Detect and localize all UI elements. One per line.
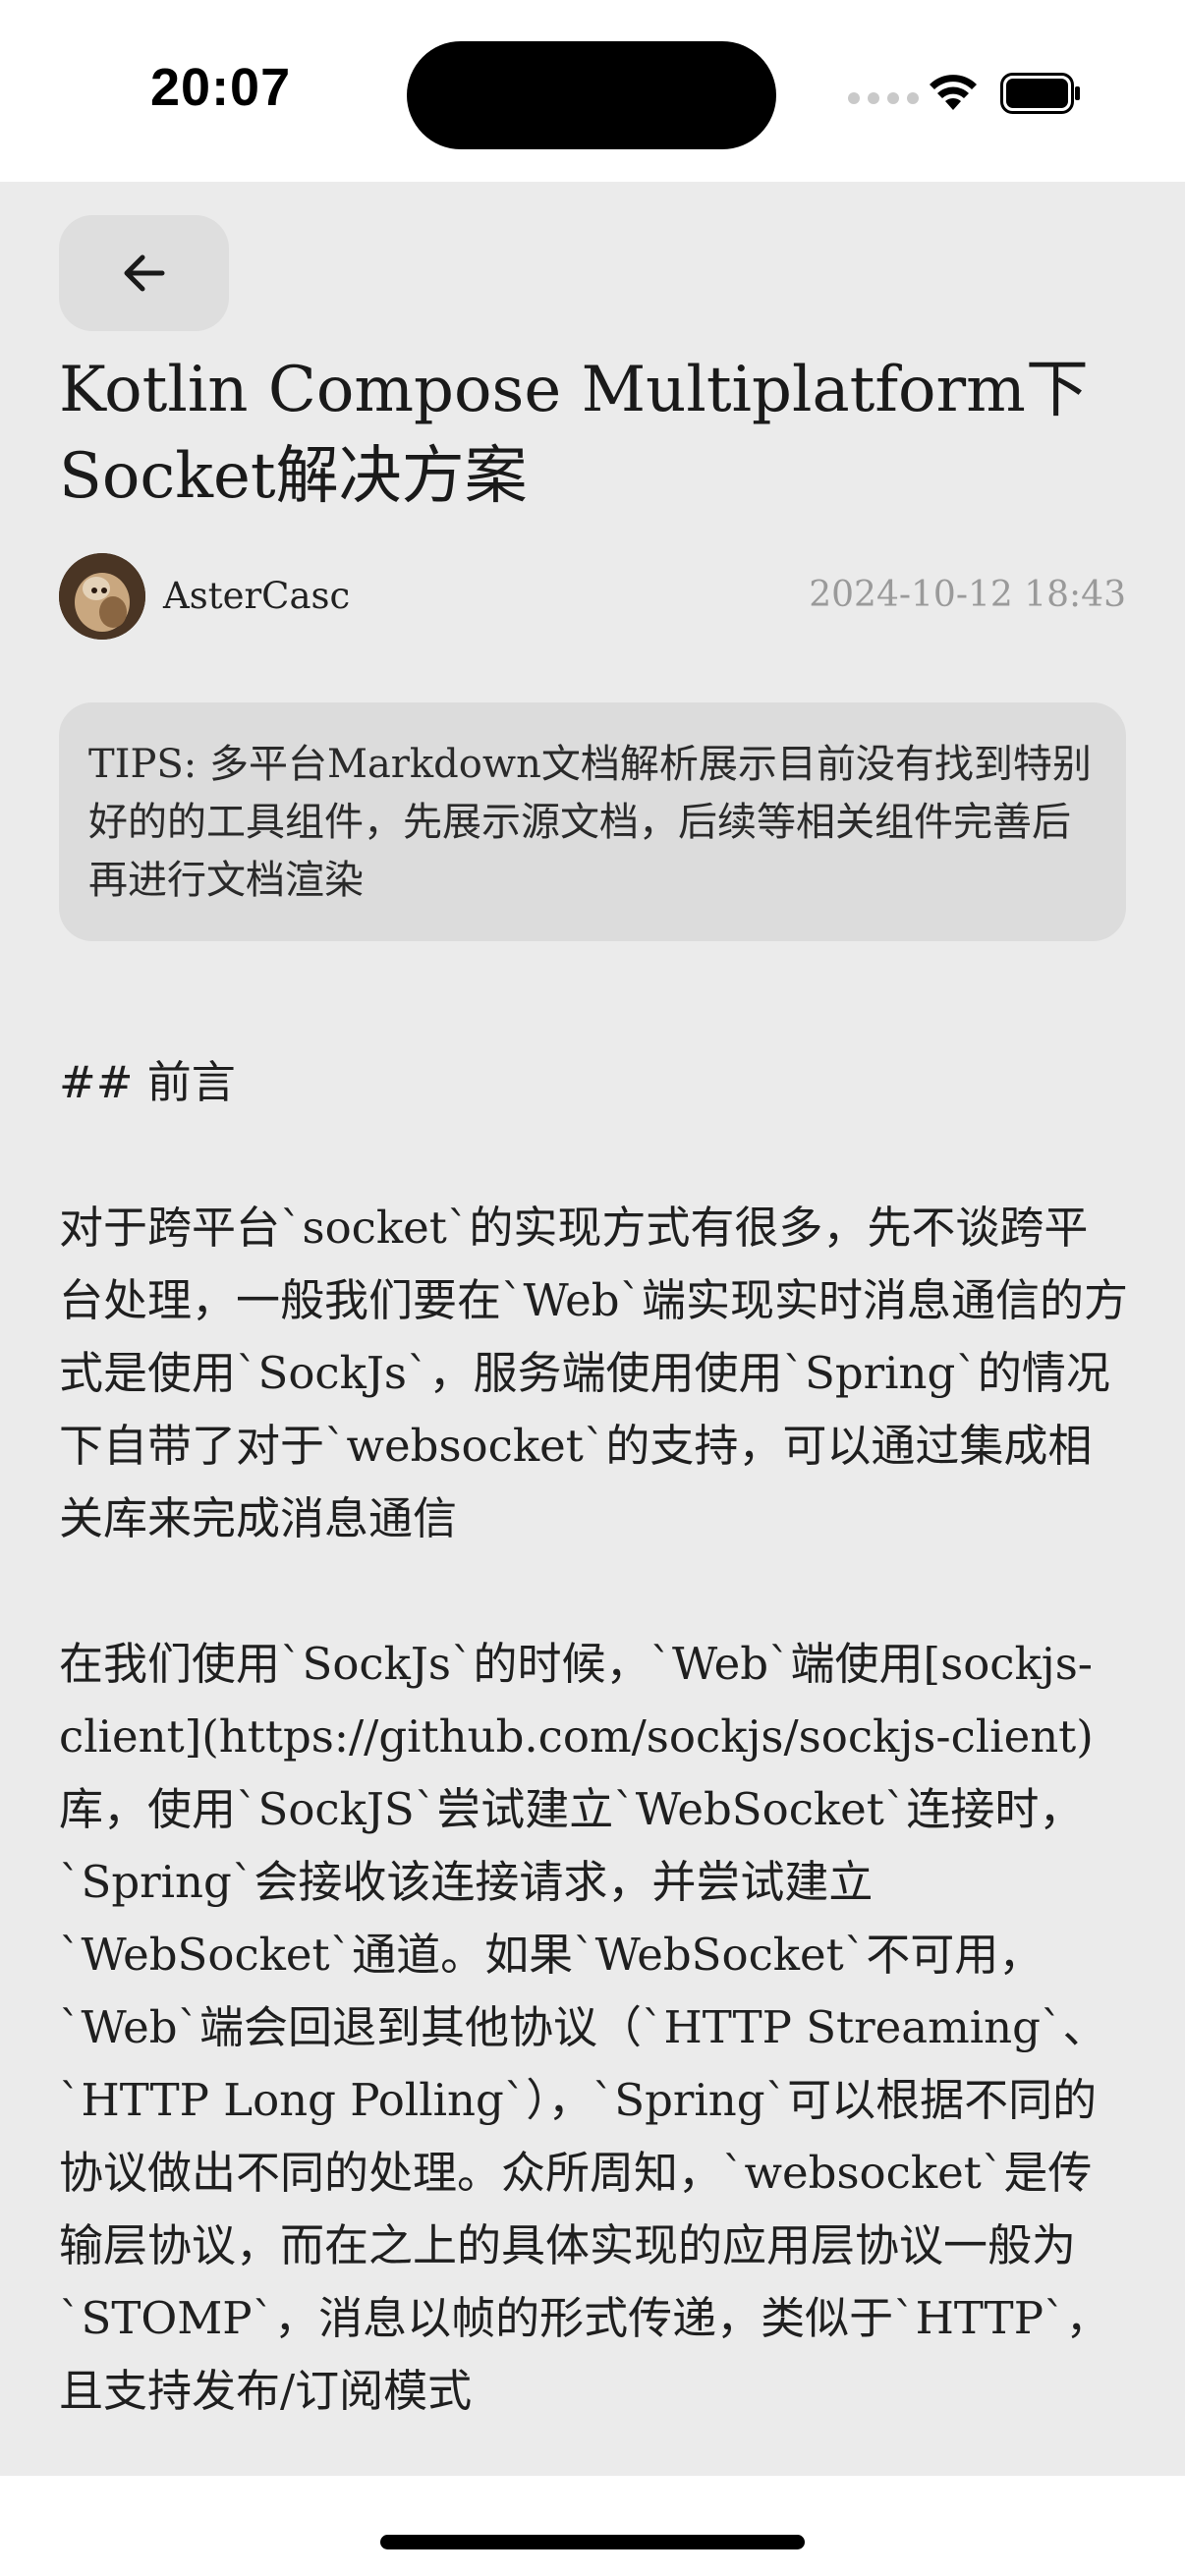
bottom-safe-area xyxy=(0,2476,1185,2576)
article-body: ## 前言 对于跨平台`socket`的实现方式有很多，先不谈跨平台处理，一般我… xyxy=(59,1046,1130,2428)
article-content: Kotlin Compose Multiplatform下Socket解决方案 … xyxy=(0,182,1185,2476)
status-time: 20:07 xyxy=(150,58,292,117)
tips-card: TIPS: 多平台Markdown文档解析展示目前没有找到特别好的的工具组件，先… xyxy=(59,702,1126,941)
wifi-icon xyxy=(930,75,977,110)
publish-date: 2024-10-12 18:43 xyxy=(809,575,1126,615)
back-button[interactable] xyxy=(59,215,229,331)
author-name[interactable]: AsterCasc xyxy=(163,575,350,617)
battery-icon xyxy=(1000,73,1080,114)
tips-text: TIPS: 多平台Markdown文档解析展示目前没有找到特别好的的工具组件，先… xyxy=(88,742,1092,903)
status-bar: 20:07 xyxy=(0,0,1185,182)
paragraph: 对于跨平台`socket`的实现方式有很多，先不谈跨平台处理，一般我们要在`We… xyxy=(59,1202,1129,1544)
cellular-signal-icon xyxy=(848,92,919,104)
home-indicator[interactable] xyxy=(380,2535,805,2549)
article-title: Kotlin Compose Multiplatform下Socket解决方案 xyxy=(59,354,1089,513)
arrow-left-icon xyxy=(124,254,164,292)
author-row: AsterCasc 2024-10-12 18:43 xyxy=(59,553,1126,642)
avatar[interactable] xyxy=(59,553,145,640)
paragraph: 在我们使用`SockJs`的时候，`Web`端使用[sockjs-client]… xyxy=(59,1638,1110,2417)
markdown-heading: ## 前言 xyxy=(59,1056,236,1108)
dynamic-island xyxy=(407,41,776,149)
